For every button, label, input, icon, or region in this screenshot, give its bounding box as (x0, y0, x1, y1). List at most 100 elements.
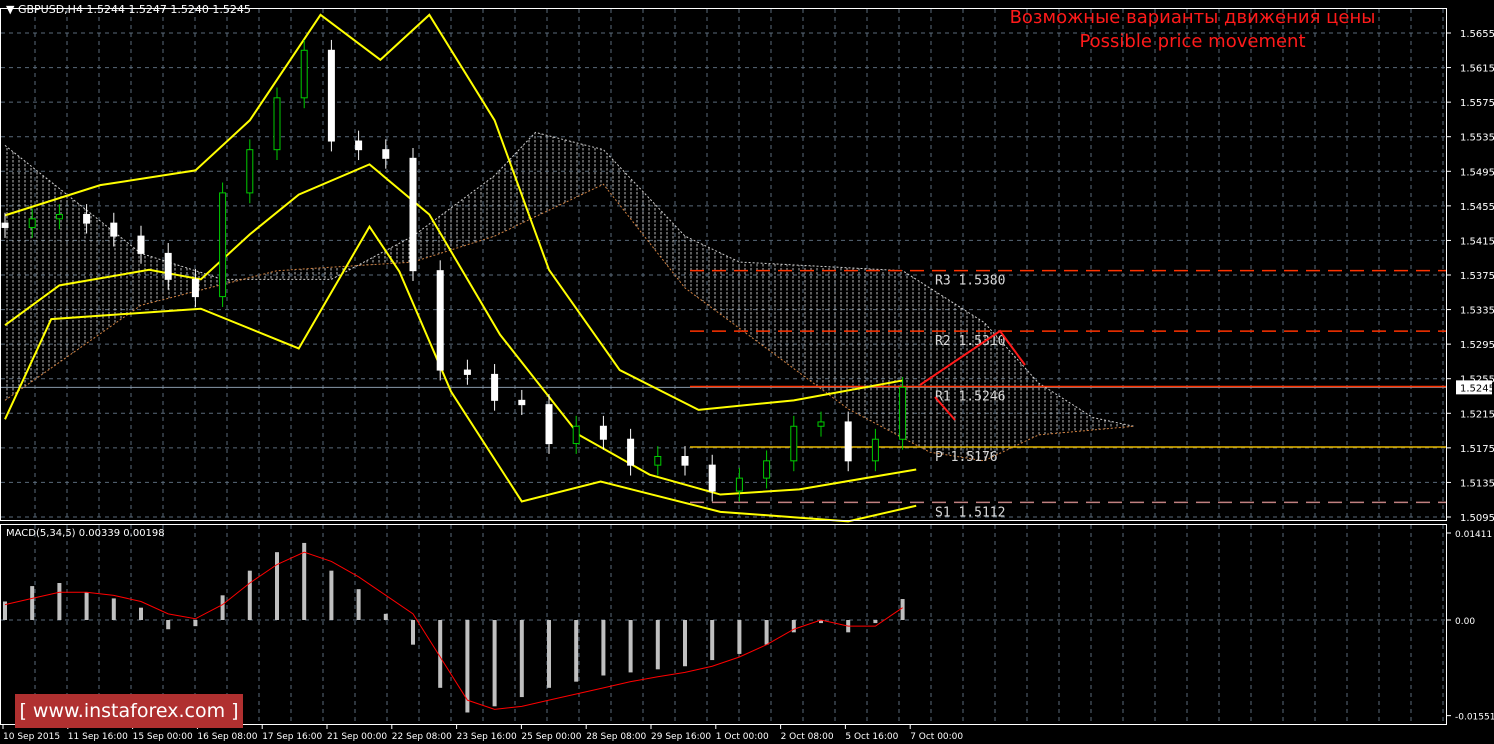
time-tick-label: 25 Sep 00:00 (521, 732, 581, 742)
chart-header: ▼ GBPUSD,H4 1.5244 1.5247 1.5240 1.5245 (6, 3, 251, 16)
macd-bar (655, 620, 660, 670)
candle-body (654, 456, 662, 466)
time-tick-label: 17 Sep 16:00 (262, 732, 322, 742)
price-tick-label: 1.5455 (1460, 202, 1494, 213)
candle-body (817, 421, 825, 427)
macd-bar (84, 592, 89, 620)
macd-bar (628, 620, 633, 673)
pivot-label-r3: R3 1.5380 (935, 274, 1005, 289)
macd-bar (247, 570, 252, 620)
macd-bar (873, 620, 878, 624)
time-tick-label: 2 Oct 08:00 (781, 732, 834, 742)
candle-body (28, 218, 36, 228)
macd-bar (411, 620, 415, 645)
menu-triangle-icon[interactable]: ▼ (6, 3, 14, 16)
time-tick-label: 22 Sep 08:00 (392, 732, 452, 742)
macd-bar (193, 620, 198, 627)
ohlc-values: 1.5244 1.5247 1.5240 1.5245 (86, 3, 251, 16)
candle-body (518, 399, 526, 406)
watermark-bracket: ] (231, 700, 239, 722)
candle-body (83, 214, 91, 224)
price-tick-label: 1.5095 (1460, 513, 1494, 524)
candle-body (844, 421, 852, 462)
price-tick-label: 1.5135 (1460, 478, 1494, 489)
price-tick-label: 1.5535 (1460, 133, 1494, 144)
macd-bar (601, 620, 606, 676)
macd-bar (329, 570, 334, 620)
candle-body (55, 214, 63, 220)
candle-body (1, 222, 9, 228)
candle-body (110, 222, 118, 237)
candle-body (382, 149, 390, 159)
candle-body (708, 464, 716, 492)
price-tick-label: 1.5415 (1460, 236, 1494, 247)
candle-body (491, 373, 499, 401)
candle-body (327, 49, 335, 142)
price-axis[interactable]: 1.5655 1.5615 1.5575 1.5535 1.5495 1.5455 1.54… (1446, 29, 1494, 723)
price-chart[interactable]: R3 1.5380 R2 1.5310 R1 1.5246 P 1.5176 S1 1.… (0, 0, 1494, 744)
macd-header: MACD(5,34,5) 0.00339 0.00198 (6, 528, 165, 539)
ichimoku-cloud (4, 131, 1134, 462)
macd-bar (547, 620, 551, 688)
pivot-label-r1: R1 1.5246 (935, 389, 1005, 404)
pivot-label-r2: R2 1.5310 (935, 334, 1005, 349)
symbol-label: GBPUSD,H4 (17, 3, 83, 16)
candle-body (300, 49, 308, 99)
macd-bar (683, 620, 687, 667)
title-english: Possible price movement (1079, 31, 1306, 52)
time-tick-label: 28 Sep 08:00 (586, 732, 646, 742)
price-tick-label: 1.5215 (1460, 409, 1494, 420)
macd-bar (764, 620, 769, 645)
candle-body (627, 438, 635, 466)
candle-body (463, 369, 471, 375)
macd-bar (356, 589, 361, 620)
candle-body (164, 252, 172, 280)
price-tick-label: 1.5295 (1460, 340, 1494, 351)
macd-tick-label: 0.01411 (1455, 530, 1492, 540)
time-tick-label: 7 Oct 00:00 (910, 732, 963, 742)
macd-bar (57, 583, 62, 620)
time-tick-label: 23 Sep 16:00 (457, 732, 517, 742)
time-tick-label: 16 Sep 08:00 (197, 732, 257, 742)
title-russian: Возможные варианты движения цены (1009, 7, 1376, 28)
pivot-label-s1: S1 1.5112 (935, 505, 1005, 520)
time-tick-label: 15 Sep 00:00 (133, 732, 193, 742)
candle-body (436, 270, 444, 371)
grid (1, 9, 1446, 724)
macd-bar (111, 598, 116, 620)
macd-bar (710, 620, 715, 661)
candle-body (763, 460, 771, 479)
pivot-label-p: P 1.5176 (935, 450, 998, 465)
price-tick-label: 1.5335 (1460, 306, 1494, 317)
time-tick-label: 21 Sep 00:00 (327, 732, 387, 742)
macd-bar (519, 620, 524, 698)
macd-bar (139, 607, 143, 620)
macd-bar (275, 552, 279, 620)
instaforex-watermark: [ www.instaforex.com ] (15, 694, 243, 728)
watermark-bracket: [ (19, 700, 27, 722)
price-tick-label: 1.5615 (1460, 64, 1494, 75)
macd-bar (166, 620, 171, 630)
candle-body (735, 477, 743, 492)
price-tick-label: 1.5655 (1460, 29, 1494, 40)
watermark-text: www.instaforex.com (32, 700, 226, 722)
price-tick-label: 1.5175 (1460, 444, 1494, 455)
candle-body (191, 278, 199, 298)
time-tick-label: 29 Sep 16:00 (651, 732, 711, 742)
macd-bar (574, 620, 579, 682)
price-tick-label: 1.5575 (1460, 98, 1494, 109)
candle-body (572, 425, 580, 445)
time-tick-label: 5 Oct 16:00 (845, 732, 898, 742)
candle-body (790, 425, 798, 462)
macd-tick-label: -0.01551 (1455, 713, 1494, 723)
candle-body (545, 404, 553, 445)
time-tick-label: 1 Oct 00:00 (716, 732, 769, 742)
macd-bar (30, 586, 35, 620)
macd-bar (737, 620, 742, 654)
macd-bar (220, 595, 225, 620)
axes (0, 8, 1447, 725)
current-price-label: 1.5245 (1460, 383, 1494, 394)
macd-panel (1, 542, 1446, 713)
candle-body (273, 97, 281, 151)
candle-body (246, 149, 254, 194)
